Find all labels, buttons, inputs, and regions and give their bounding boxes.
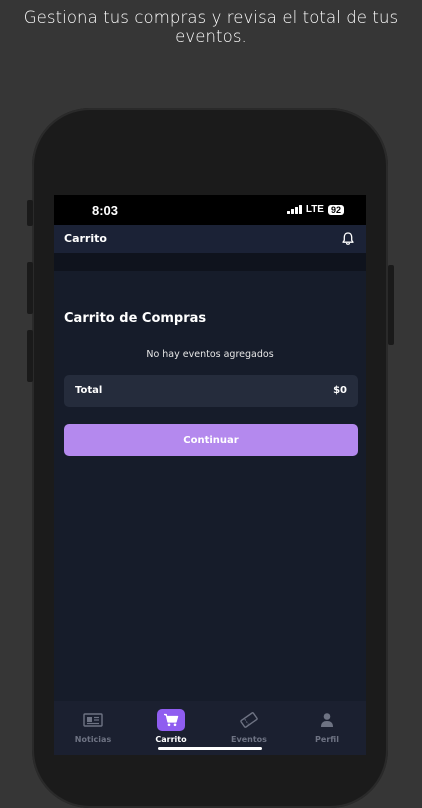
tab-label: Carrito xyxy=(155,735,187,744)
status-indicators: LTE 92 xyxy=(287,204,344,215)
page-title: Carrito xyxy=(64,232,107,245)
newspaper-icon xyxy=(79,709,107,731)
side-button xyxy=(27,330,33,382)
signal-icon xyxy=(287,205,302,214)
side-button xyxy=(27,200,33,226)
bell-icon[interactable] xyxy=(340,231,356,247)
ticket-icon xyxy=(235,709,263,731)
status-time: 8:03 xyxy=(92,203,119,218)
tab-bar: Noticias Carrito Eventos Perfil xyxy=(54,701,366,755)
tab-label: Eventos xyxy=(231,735,267,744)
cart-content: Carrito de Compras No hay eventos agrega… xyxy=(54,271,366,701)
tab-perfil[interactable]: Perfil xyxy=(288,701,366,755)
total-value: $0 xyxy=(333,385,347,396)
total-label: Total xyxy=(75,385,103,396)
cart-icon xyxy=(157,709,185,731)
tab-label: Perfil xyxy=(315,735,339,744)
total-row: Total $0 xyxy=(64,375,358,407)
tab-label: Noticias xyxy=(74,735,112,744)
side-button xyxy=(388,265,394,345)
status-bar: 8:03 LTE 92 xyxy=(54,195,366,225)
side-button xyxy=(27,262,33,314)
app-header: Carrito xyxy=(54,225,366,253)
network-label: LTE xyxy=(305,204,324,215)
promo-caption: Gestiona tus compras y revisa el total d… xyxy=(23,8,399,46)
person-icon xyxy=(313,709,341,731)
header-divider xyxy=(54,253,366,271)
tab-noticias[interactable]: Noticias xyxy=(54,701,132,755)
phone-screen: 8:03 LTE 92 Carrito Carrito de Compras N… xyxy=(54,195,366,755)
battery-icon: 92 xyxy=(327,204,344,215)
cart-title: Carrito de Compras xyxy=(64,311,207,326)
empty-cart-message: No hay eventos agregados xyxy=(146,349,274,360)
continue-button[interactable]: Continuar xyxy=(64,424,358,456)
